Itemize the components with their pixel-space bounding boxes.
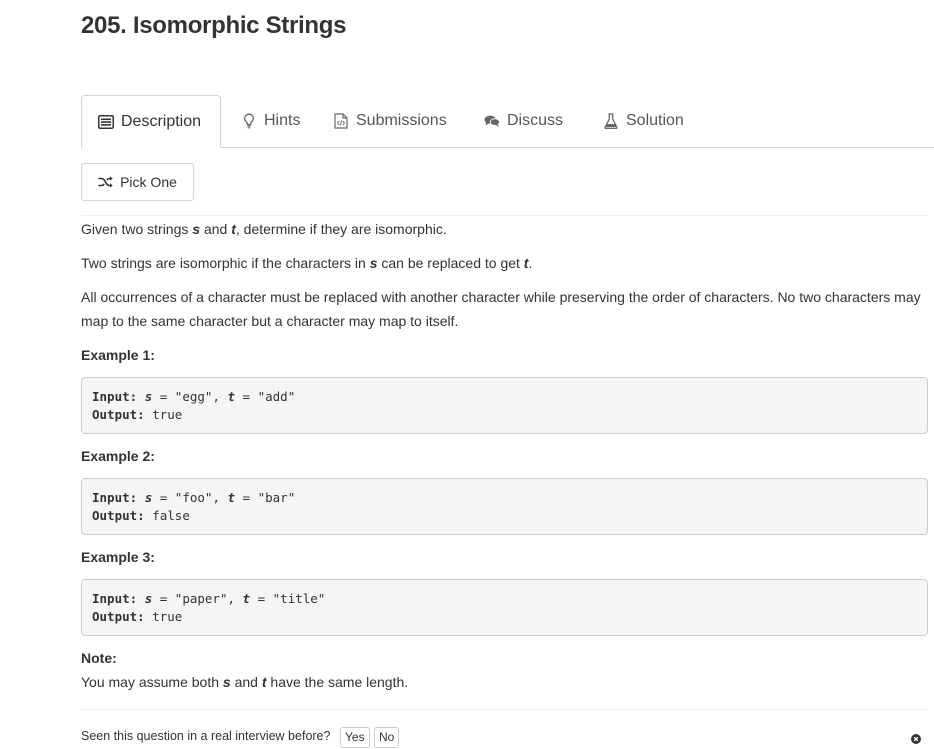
tab-bar: Description Hints Submissions Discuss So (81, 95, 934, 148)
pick-one-label: Pick One (120, 174, 177, 190)
note-text: You may assume both s and t have the sam… (81, 674, 409, 690)
yes-button[interactable]: Yes (340, 727, 370, 748)
tab-hints[interactable]: Hints (241, 95, 300, 147)
interview-question-prompt: Seen this question in a real interview b… (81, 729, 331, 743)
problem-page: 205. Isomorphic Strings Description Hint… (0, 0, 934, 749)
tab-discuss-label: Discuss (507, 112, 564, 129)
description-paragraph-1: Given two strings s and t, determine if … (81, 221, 447, 237)
tab-submissions-label: Submissions (356, 112, 447, 129)
lightbulb-icon (241, 113, 257, 129)
code-file-icon (333, 113, 349, 129)
divider (81, 215, 928, 216)
shuffle-icon (98, 176, 113, 188)
tab-description-label: Description (121, 112, 202, 130)
example-3-heading: Example 3: (81, 549, 155, 565)
example-1-heading: Example 1: (81, 347, 155, 363)
description-icon (98, 114, 114, 130)
example-2-heading: Example 2: (81, 448, 155, 464)
tab-hints-label: Hints (264, 112, 301, 129)
comments-icon (484, 113, 500, 129)
description-paragraph-2: Two strings are isomorphic if the charac… (81, 255, 533, 271)
footer-divider (81, 709, 928, 710)
page-title: 205. Isomorphic Strings (81, 12, 347, 39)
description-paragraph-3: All occurrences of a character must be r… (81, 289, 921, 329)
example-3-code: Input: s = "paper", t = "title" Output: … (81, 579, 928, 636)
example-1-code: Input: s = "egg", t = "add" Output: true (81, 377, 928, 434)
close-circle-icon[interactable] (911, 731, 921, 744)
note-heading: Note: (81, 650, 117, 666)
tab-submissions[interactable]: Submissions (333, 95, 447, 147)
tab-description[interactable]: Description (81, 95, 221, 148)
flask-icon (603, 113, 619, 129)
example-2-code: Input: s = "foo", t = "bar" Output: fals… (81, 478, 928, 535)
pick-one-button[interactable]: Pick One (81, 163, 194, 201)
tab-discuss[interactable]: Discuss (484, 95, 563, 147)
tab-solution-label: Solution (626, 112, 684, 129)
no-button[interactable]: No (374, 727, 400, 748)
tab-solution[interactable]: Solution (603, 95, 684, 147)
